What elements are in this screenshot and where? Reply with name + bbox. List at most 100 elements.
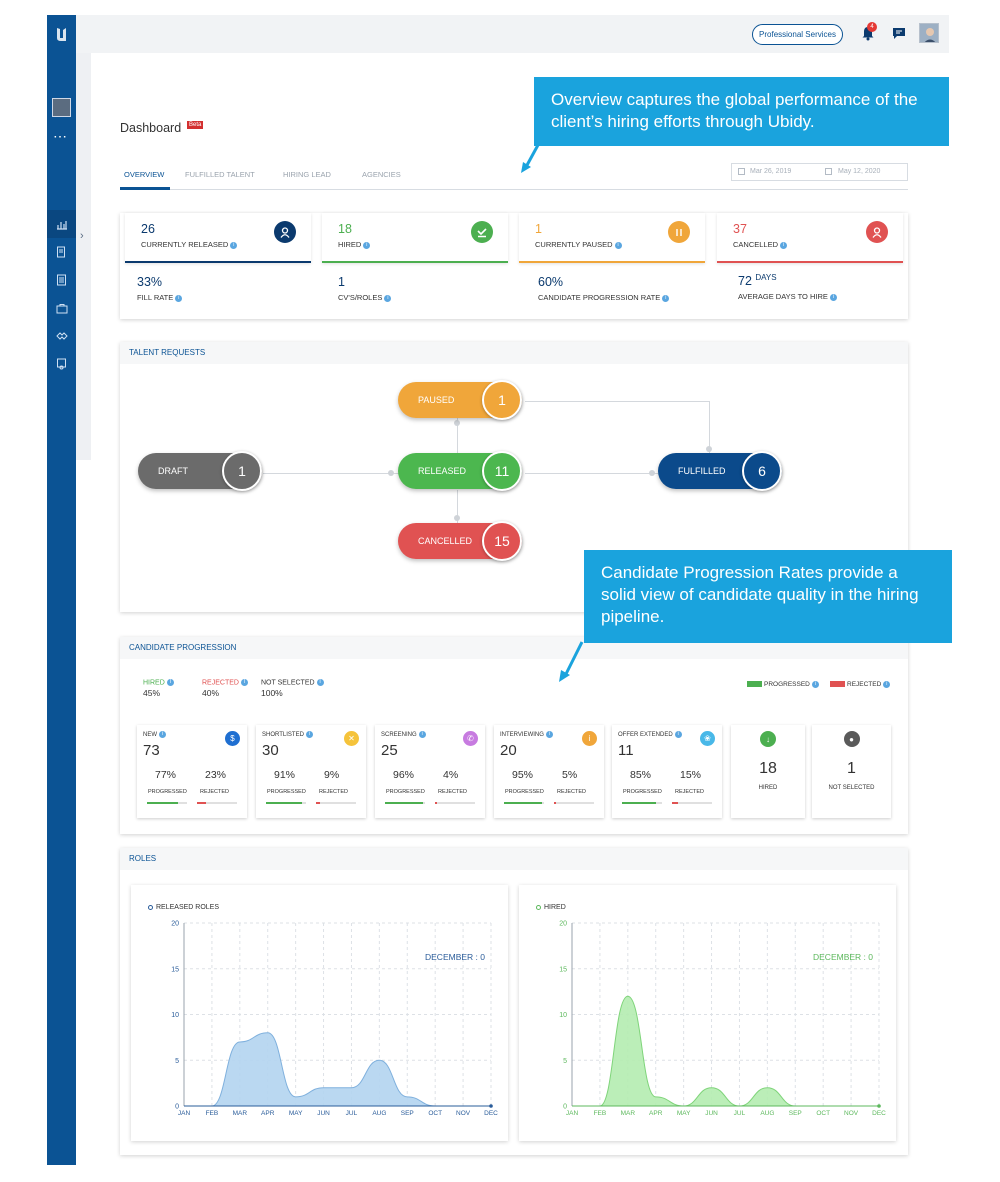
stat-unit: DAYS bbox=[755, 273, 777, 282]
y-tick-label: 10 bbox=[559, 1012, 567, 1019]
sidebar-item-agencies[interactable] bbox=[47, 322, 76, 350]
x-tick-label: AUG bbox=[760, 1110, 774, 1117]
active-tab-indicator bbox=[120, 187, 170, 190]
tab-overview[interactable]: OVERVIEW bbox=[124, 170, 164, 179]
sidebar-nav bbox=[47, 210, 76, 378]
info-icon[interactable]: i bbox=[316, 679, 324, 686]
stat-value: 37 bbox=[733, 222, 747, 236]
user-avatar[interactable] bbox=[919, 23, 939, 43]
data-point[interactable] bbox=[877, 1104, 881, 1108]
stage-card[interactable]: SHORTLISTED i 30 ✕ 91% 9% PROGRESSED REJECTED bbox=[256, 725, 366, 818]
progressed-percent: 77% bbox=[155, 769, 177, 781]
info-icon[interactable]: i bbox=[363, 241, 371, 249]
stat-label: HIRED i bbox=[338, 240, 371, 249]
stat-candidate-progression-rate: 60% CANDIDATE PROGRESSION RATE i bbox=[538, 275, 670, 302]
info-icon[interactable]: i bbox=[384, 294, 392, 302]
info-icon[interactable]: i bbox=[545, 731, 553, 738]
check-icon bbox=[471, 221, 493, 243]
stage-card[interactable]: INTERVIEWING i 20 i 95% 5% PROGRESSED REJECTED bbox=[494, 725, 604, 818]
status-cancelled[interactable]: CANCELLED 15 bbox=[398, 521, 522, 561]
overview-callout: Overview captures the global performance… bbox=[534, 77, 949, 146]
dollar-icon: $ bbox=[225, 731, 240, 746]
stat-hired[interactable]: 18 HIRED i bbox=[322, 213, 508, 263]
y-tick-label: 20 bbox=[559, 921, 567, 928]
more-icon[interactable]: ⋯ bbox=[53, 128, 68, 145]
rejected-percent: 4% bbox=[443, 769, 459, 781]
info-icon[interactable]: i bbox=[780, 241, 788, 249]
flow-connector bbox=[263, 473, 399, 474]
info-icon[interactable]: i bbox=[230, 241, 238, 249]
x-tick-label: JUL bbox=[346, 1110, 358, 1117]
flow-node-dot bbox=[649, 470, 655, 476]
sidebar-item-reports[interactable] bbox=[47, 266, 76, 294]
date-from[interactable]: Mar 26, 2019 bbox=[750, 168, 791, 175]
stage-not-selected[interactable]: ● 1 NOT SELECTED bbox=[812, 725, 891, 818]
info-icon[interactable]: i bbox=[614, 241, 622, 249]
tab-agencies[interactable]: AGENCIES bbox=[362, 170, 401, 179]
sidebar-item-dashboard[interactable] bbox=[47, 210, 76, 238]
stat-bar bbox=[125, 261, 311, 263]
status-paused[interactable]: PAUSED 1 bbox=[398, 380, 522, 420]
status-fulfilled[interactable]: FULFILLED 6 bbox=[658, 451, 782, 491]
sidebar-item-contracts[interactable] bbox=[47, 350, 76, 378]
info-icon[interactable]: i bbox=[883, 681, 891, 688]
stat-label: FILL RATE i bbox=[137, 293, 183, 302]
info-icon[interactable]: i bbox=[305, 731, 313, 738]
info-icon[interactable]: i bbox=[240, 679, 248, 686]
stage-count: 18 bbox=[759, 760, 777, 777]
date-range-picker[interactable]: Mar 26, 2019 May 12, 2020 bbox=[731, 163, 908, 181]
x-tick-label: AUG bbox=[372, 1110, 386, 1117]
flow-node-dot bbox=[388, 470, 394, 476]
stage-card[interactable]: NEW i 73 $77% 23% PROGRESSED REJECTED bbox=[137, 725, 247, 818]
stat-cancelled[interactable]: 37 CANCELLED i bbox=[717, 213, 903, 263]
summary-value: 40% bbox=[202, 688, 220, 699]
x-tick-label: JUN bbox=[705, 1110, 718, 1117]
status-released[interactable]: RELEASED 11 bbox=[398, 451, 522, 491]
date-to[interactable]: May 12, 2020 bbox=[838, 168, 880, 175]
status-draft[interactable]: DRAFT 1 bbox=[138, 451, 262, 491]
stage-hired[interactable]: ↓ 18 HIRED bbox=[731, 725, 805, 818]
calendar-icon bbox=[738, 168, 745, 175]
info-icon[interactable]: i bbox=[159, 731, 166, 738]
data-point[interactable] bbox=[489, 1104, 493, 1108]
stage-card[interactable]: OFFER EXTENDED i 11 ❀ 85% 15% PROGRESSED REJECT… bbox=[612, 725, 722, 818]
rejected-bar bbox=[435, 802, 475, 804]
progressed-label: PROGRESSED bbox=[148, 789, 187, 795]
progressed-label: PROGRESSED bbox=[505, 789, 544, 795]
info-icon[interactable]: i bbox=[829, 293, 837, 301]
chat-icon[interactable] bbox=[892, 27, 906, 40]
ubidy-logo[interactable] bbox=[55, 26, 68, 42]
info-icon[interactable]: i bbox=[811, 681, 819, 688]
x-tick-label: MAR bbox=[233, 1110, 248, 1117]
expand-sidebar-icon[interactable]: › bbox=[80, 230, 84, 242]
stat-currently-paused[interactable]: 1 CURRENTLY PAUSED i bbox=[519, 213, 705, 263]
stat-currently-released[interactable]: 26 CURRENTLY RELEASED i bbox=[125, 213, 311, 263]
stat-bar bbox=[519, 261, 705, 263]
sidebar-item-requests[interactable] bbox=[47, 238, 76, 266]
workspace-avatar[interactable] bbox=[52, 98, 71, 117]
rejected-label: REJECTED bbox=[319, 789, 349, 795]
info-icon[interactable]: i bbox=[418, 731, 426, 738]
x-tick-label: FEB bbox=[594, 1110, 607, 1117]
organization-button[interactable]: Professional Services bbox=[752, 24, 843, 45]
info-icon[interactable]: i bbox=[674, 731, 682, 738]
progressed-bar bbox=[622, 802, 662, 804]
info-icon[interactable]: i bbox=[166, 679, 174, 686]
info-icon[interactable]: i bbox=[175, 294, 183, 302]
y-tick-label: 5 bbox=[175, 1058, 179, 1065]
tab-hiring-lead[interactable]: HIRING LEAD bbox=[283, 170, 331, 179]
stage-count: 30 bbox=[262, 742, 279, 759]
x-tick-label: MAY bbox=[677, 1110, 691, 1117]
sidebar-item-jobs[interactable] bbox=[47, 294, 76, 322]
stage-card[interactable]: SCREENING i 25 ✆ 96% 4% PROGRESSED REJECTED bbox=[375, 725, 485, 818]
info-icon[interactable]: i bbox=[662, 294, 670, 302]
x-tick-label: NOV bbox=[844, 1110, 859, 1117]
top-header: Professional Services 4 bbox=[76, 15, 949, 53]
tab-fulfilled-talent[interactable]: FULFILLED TALENT bbox=[185, 170, 255, 179]
released-roles-chart: 05101520JAN FEB MAR APR MAY JUN JUL AUG SEP OCT NO… bbox=[171, 921, 498, 1118]
y-tick-label: 15 bbox=[559, 966, 567, 973]
rejected-bar bbox=[554, 802, 594, 804]
hired-chart: 05101520JAN FEB MAR APR MAY JUN JUL AUG SEP OCT NO… bbox=[559, 921, 886, 1118]
progressed-bar bbox=[504, 802, 544, 804]
stat-bar bbox=[322, 261, 508, 263]
